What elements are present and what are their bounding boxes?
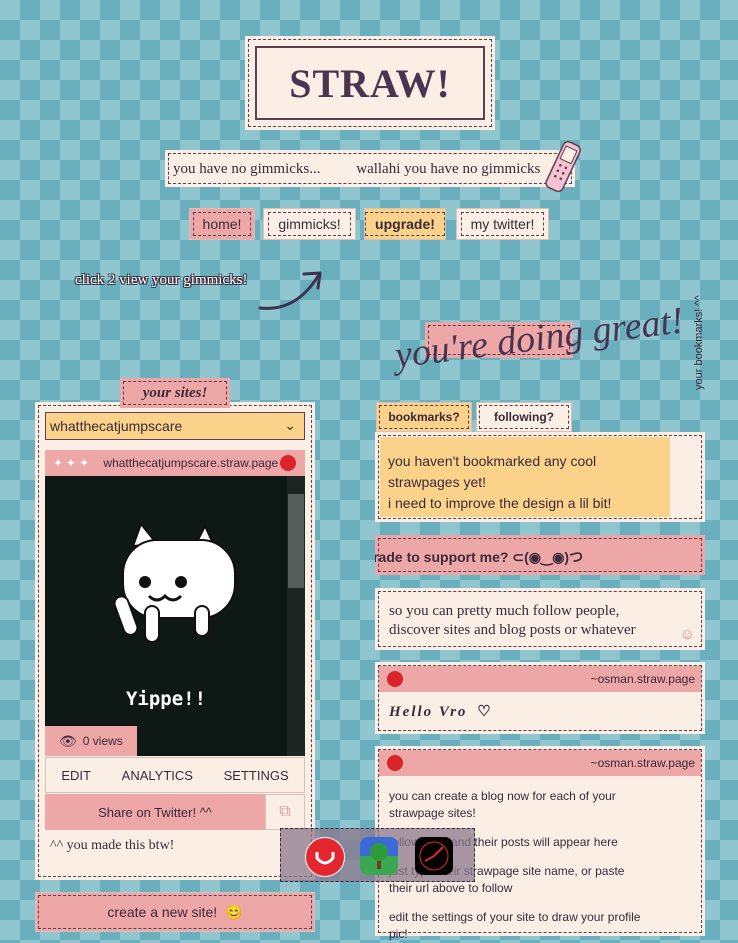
post-line: edit the settings of your site to draw y…: [389, 910, 641, 941]
banner-text: you're doing great!: [392, 299, 686, 377]
sites-tab: your sites!: [120, 378, 230, 408]
edit-button[interactable]: EDIT: [61, 768, 91, 783]
share-twitter-button[interactable]: Share on Twitter! ^^: [45, 794, 265, 830]
tab-bookmarks[interactable]: bookmarks?: [376, 402, 472, 432]
straw-logo-icon: [280, 455, 296, 471]
gimmick-hint: click 2 view your gimmicks!: [75, 272, 248, 288]
nav-twitter[interactable]: my twitter!: [456, 208, 549, 240]
made-note: ^^ you made this btw!: [50, 838, 175, 853]
sparkle-icon: ✦✦✦: [53, 456, 93, 470]
post-line: you can create a blog now for each of yo…: [389, 789, 616, 820]
site-actions: EDIT ANALYTICS SETTINGS: [45, 757, 305, 793]
landscape-app-icon[interactable]: [360, 837, 398, 875]
preview-caption: Yippe!!: [125, 688, 207, 710]
follow-info: so you can pretty much follow people, di…: [375, 588, 705, 650]
bookmarks-side-label: your bookmarks! ^^: [693, 295, 705, 390]
avatar: [387, 671, 403, 687]
heart-icon[interactable]: ♡: [477, 704, 492, 720]
app-dock: [280, 828, 475, 882]
bookmarks-note: i need to improve the design a lil bit!: [388, 495, 612, 511]
encouragement-banner: you're doing great!: [390, 299, 686, 382]
marquee-item: you have no gimmicks...: [173, 161, 321, 177]
preview-scrollbar[interactable]: [287, 476, 305, 756]
eye-icon: 👁: [59, 732, 77, 749]
ticker-text: wanna upgrade to support me? ⊂(◉‿◉)つ: [375, 549, 584, 565]
tab-following[interactable]: following?: [476, 402, 572, 432]
upgrade-ticker[interactable]: wanna upgrade to support me? ⊂(◉‿◉)つ: [375, 535, 705, 575]
copy-icon[interactable]: ⧉: [265, 794, 305, 830]
clock-app-icon[interactable]: [415, 837, 453, 875]
nav-upgrade[interactable]: upgrade!: [364, 208, 446, 240]
smile-app-icon[interactable]: [305, 837, 345, 877]
preview-url-bar: ✦✦✦ whatthecatjumpscare.straw.page: [45, 450, 305, 476]
settings-button[interactable]: SETTINGS: [224, 768, 289, 783]
views-counter: 👁 0 views: [45, 726, 137, 756]
site-select[interactable]: whatthecatjumpscare ⌄: [45, 412, 305, 440]
avatar: [387, 755, 403, 771]
curved-arrow-icon: [258, 271, 322, 310]
analytics-button[interactable]: ANALYTICS: [122, 768, 193, 783]
smile-icon: 😊: [225, 903, 243, 920]
post-author[interactable]: ~osman.straw.page: [591, 756, 695, 770]
marquee-item: wallahi you have no gimmicks: [356, 161, 541, 177]
nav-gimmicks[interactable]: gimmicks!: [263, 208, 356, 240]
nav-home[interactable]: home!: [189, 208, 255, 240]
site-preview[interactable]: Yippe!!: [45, 476, 305, 756]
follow-line-1: so you can pretty much follow people,: [389, 603, 620, 619]
laugh-icon: ☺: [679, 626, 695, 643]
bookmarks-box: you haven't bookmarked any cool strawpag…: [375, 295, 705, 522]
post-body: Hello Vro: [389, 704, 468, 720]
bookmarks-empty-text: you haven't bookmarked any cool strawpag…: [388, 453, 597, 490]
blog-post: ~osman.straw.page Hello Vro ♡: [375, 662, 705, 734]
gimmick-marquee: you have no gimmicks... wallahi you have…: [165, 150, 575, 187]
logo-box: STRAW!: [245, 36, 495, 130]
phone-icon: [545, 141, 581, 193]
chevron-down-icon: ⌄: [284, 417, 296, 433]
post-author[interactable]: ~osman.straw.page: [591, 672, 695, 686]
follow-line-2: discover sites and blog posts or whateve…: [389, 622, 636, 638]
site-title: STRAW!: [289, 60, 451, 106]
create-site-button[interactable]: create a new site! 😊: [35, 892, 315, 932]
